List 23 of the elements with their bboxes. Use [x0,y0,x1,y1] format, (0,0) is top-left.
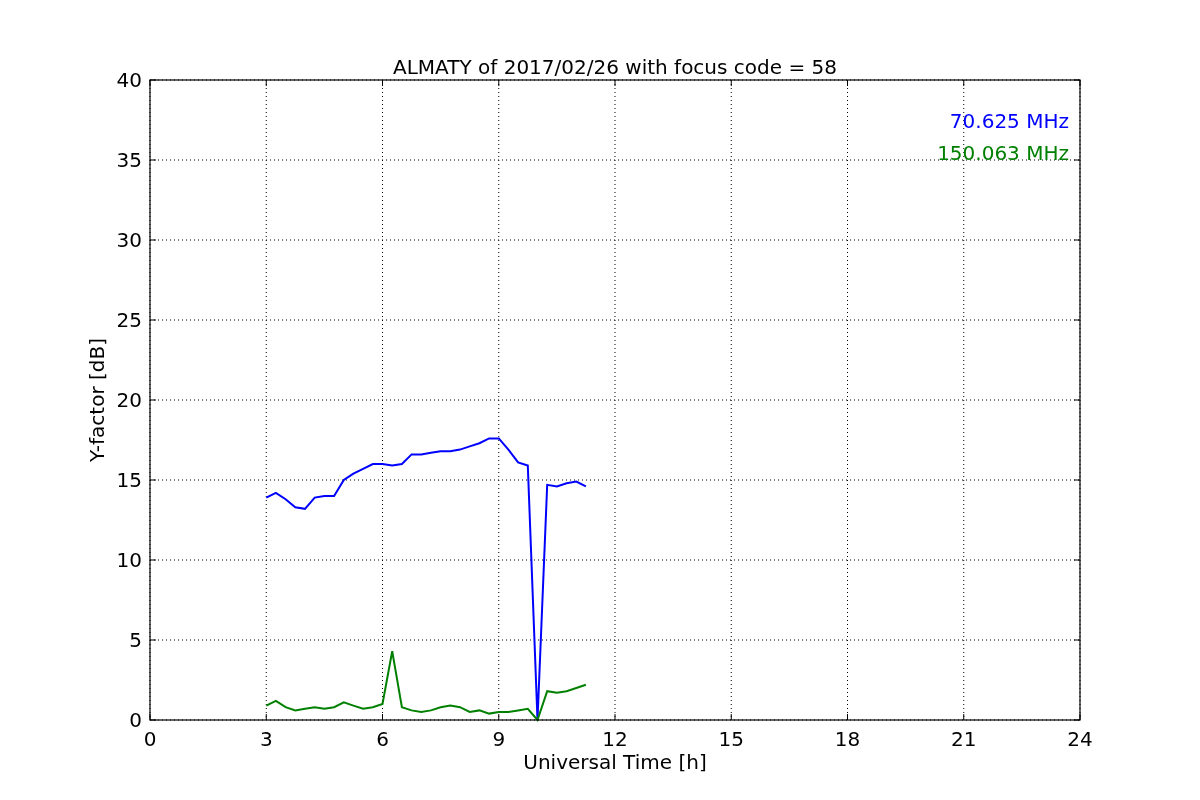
tick-label: 20 [116,388,142,412]
tick-label: 9 [492,727,506,751]
legend-label: 70.625 MHz [949,109,1069,133]
tick-label: 5 [129,628,142,652]
legend-label: 150.063 MHz [937,141,1069,165]
chart-title: ALMATY of 2017/02/26 with focus code = 58 [393,55,837,79]
tick-label: 30 [116,228,142,252]
tick-label: 15 [718,727,744,751]
axis-label: Universal Time [h] [523,750,707,774]
tick-label: 25 [116,308,142,332]
tick-label: 6 [376,727,389,751]
tick-label: 35 [116,148,142,172]
tick-label: 15 [116,468,142,492]
tick-label: 12 [602,727,628,751]
axis-label: Y-factor [dB] [85,338,109,462]
tick-label: 10 [116,548,142,572]
tick-label: 18 [834,727,861,751]
tick-label: 21 [951,727,977,751]
tick-label: 0 [129,708,142,732]
tick-label: 3 [259,727,273,751]
tick-label: 24 [1067,727,1093,751]
tick-label: 0 [143,727,157,751]
tick-label: 40 [116,68,142,92]
